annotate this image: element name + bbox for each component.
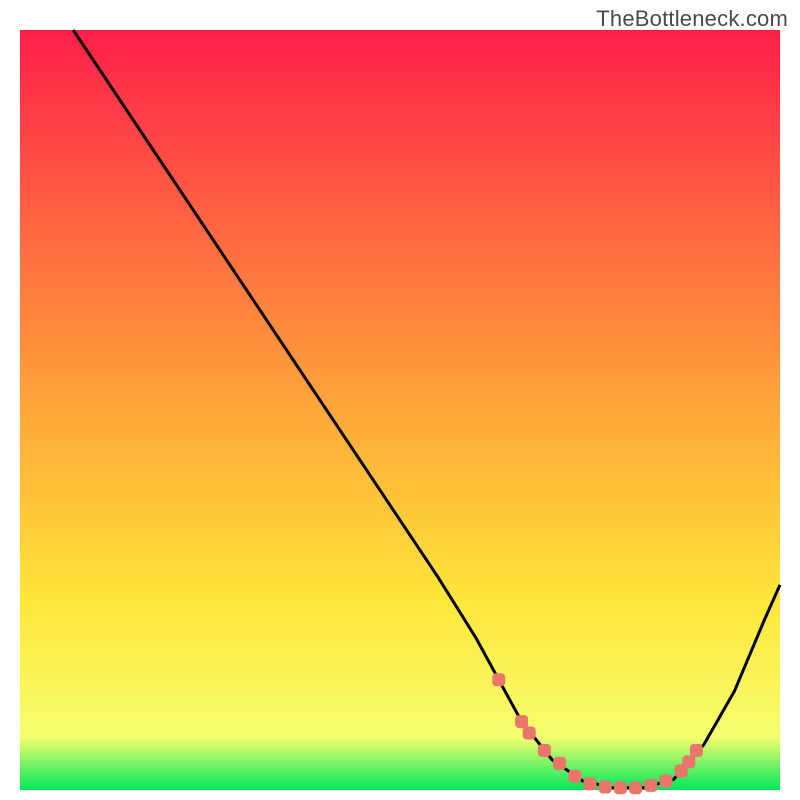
marker-point: [660, 774, 673, 787]
marker-point: [599, 781, 612, 794]
marker-point: [568, 770, 581, 783]
marker-point: [523, 727, 536, 740]
marker-point: [682, 755, 695, 768]
marker-point: [553, 757, 566, 770]
marker-point: [629, 781, 642, 794]
bottleneck-chart: [0, 0, 800, 800]
marker-point: [515, 715, 528, 728]
marker-point: [538, 744, 551, 757]
marker-point: [644, 779, 657, 792]
marker-point: [690, 744, 703, 757]
marker-point: [492, 673, 505, 686]
marker-point: [614, 781, 627, 794]
chart-frame: TheBottleneck.com: [0, 0, 800, 800]
gradient-background: [20, 30, 780, 790]
marker-point: [584, 777, 597, 790]
